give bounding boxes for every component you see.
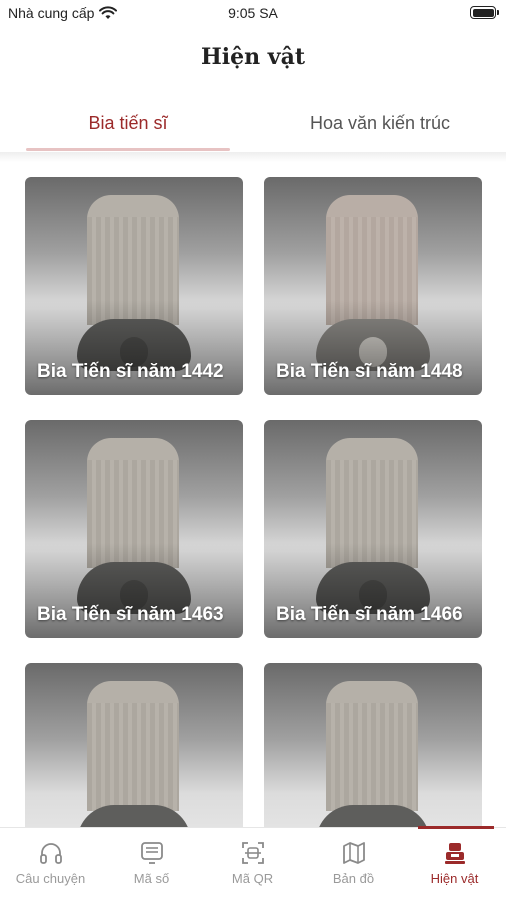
artifact-card[interactable]: Bia Tiến sĩ năm 1448 xyxy=(264,177,482,395)
active-tab-indicator xyxy=(26,148,230,151)
artifact-grid: Bia Tiến sĩ năm 1442 Bia Tiến sĩ năm 144… xyxy=(25,177,483,827)
nav-label: Bản đồ xyxy=(332,871,375,886)
battery-icon xyxy=(470,6,499,19)
stele-image xyxy=(326,681,418,811)
nav-item-ma-so[interactable]: Mã số xyxy=(101,828,202,900)
artifact-card[interactable]: Bia Tiến sĩ năm 1466 xyxy=(264,420,482,638)
nav-label: Mã QR xyxy=(231,871,274,886)
artifact-card-label: Bia Tiến sĩ năm 1448 xyxy=(276,361,463,382)
artifact-card-label: Bia Tiến sĩ năm 1466 xyxy=(276,604,463,625)
nav-label: Câu chuyện xyxy=(15,871,86,886)
artifact-card[interactable]: Bia Tiến sĩ năm 1463 xyxy=(25,420,243,638)
nav-label: Mã số xyxy=(133,871,170,886)
headphones-icon xyxy=(39,843,62,864)
artifact-card-label: Bia Tiến sĩ năm 1463 xyxy=(37,604,224,625)
artifact-card-label: Bia Tiến sĩ năm 1442 xyxy=(37,361,224,382)
nav-label: Hiện vật xyxy=(430,871,479,886)
nav-item-hien-vat[interactable]: Hiện vật xyxy=(404,828,505,900)
status-time: 9:05 SA xyxy=(228,5,278,21)
artifact-card[interactable]: Bia Tiến sĩ năm 1442 xyxy=(25,177,243,395)
tab-hoa-van-kien-truc[interactable]: Hoa văn kiến trúc xyxy=(262,100,498,150)
map-icon xyxy=(342,842,365,864)
artifact-icon xyxy=(444,843,465,864)
qr-scan-icon xyxy=(241,842,264,864)
artifact-card[interactable] xyxy=(264,663,482,827)
tab-bar: Bia tiến sĩ Hoa văn kiến trúc xyxy=(0,100,506,152)
tab-bia-tien-si[interactable]: Bia tiến sĩ xyxy=(26,100,230,150)
tab-bar-shadow xyxy=(0,152,506,162)
keypad-icon xyxy=(140,842,163,864)
nav-item-ban-do[interactable]: Bản đồ xyxy=(303,828,404,900)
artifact-card[interactable] xyxy=(25,663,243,827)
bottom-nav: Câu chuyện Mã số Mã QR Bản đồ Hiện vật xyxy=(0,826,506,900)
stele-image xyxy=(87,681,179,811)
page-title: Hiện vật xyxy=(201,44,305,70)
nav-item-cau-chuyen[interactable]: Câu chuyện xyxy=(0,828,101,900)
nav-item-ma-qr[interactable]: Mã QR xyxy=(202,828,303,900)
status-bar: Nhà cung cấp 9:05 SA xyxy=(0,0,506,28)
